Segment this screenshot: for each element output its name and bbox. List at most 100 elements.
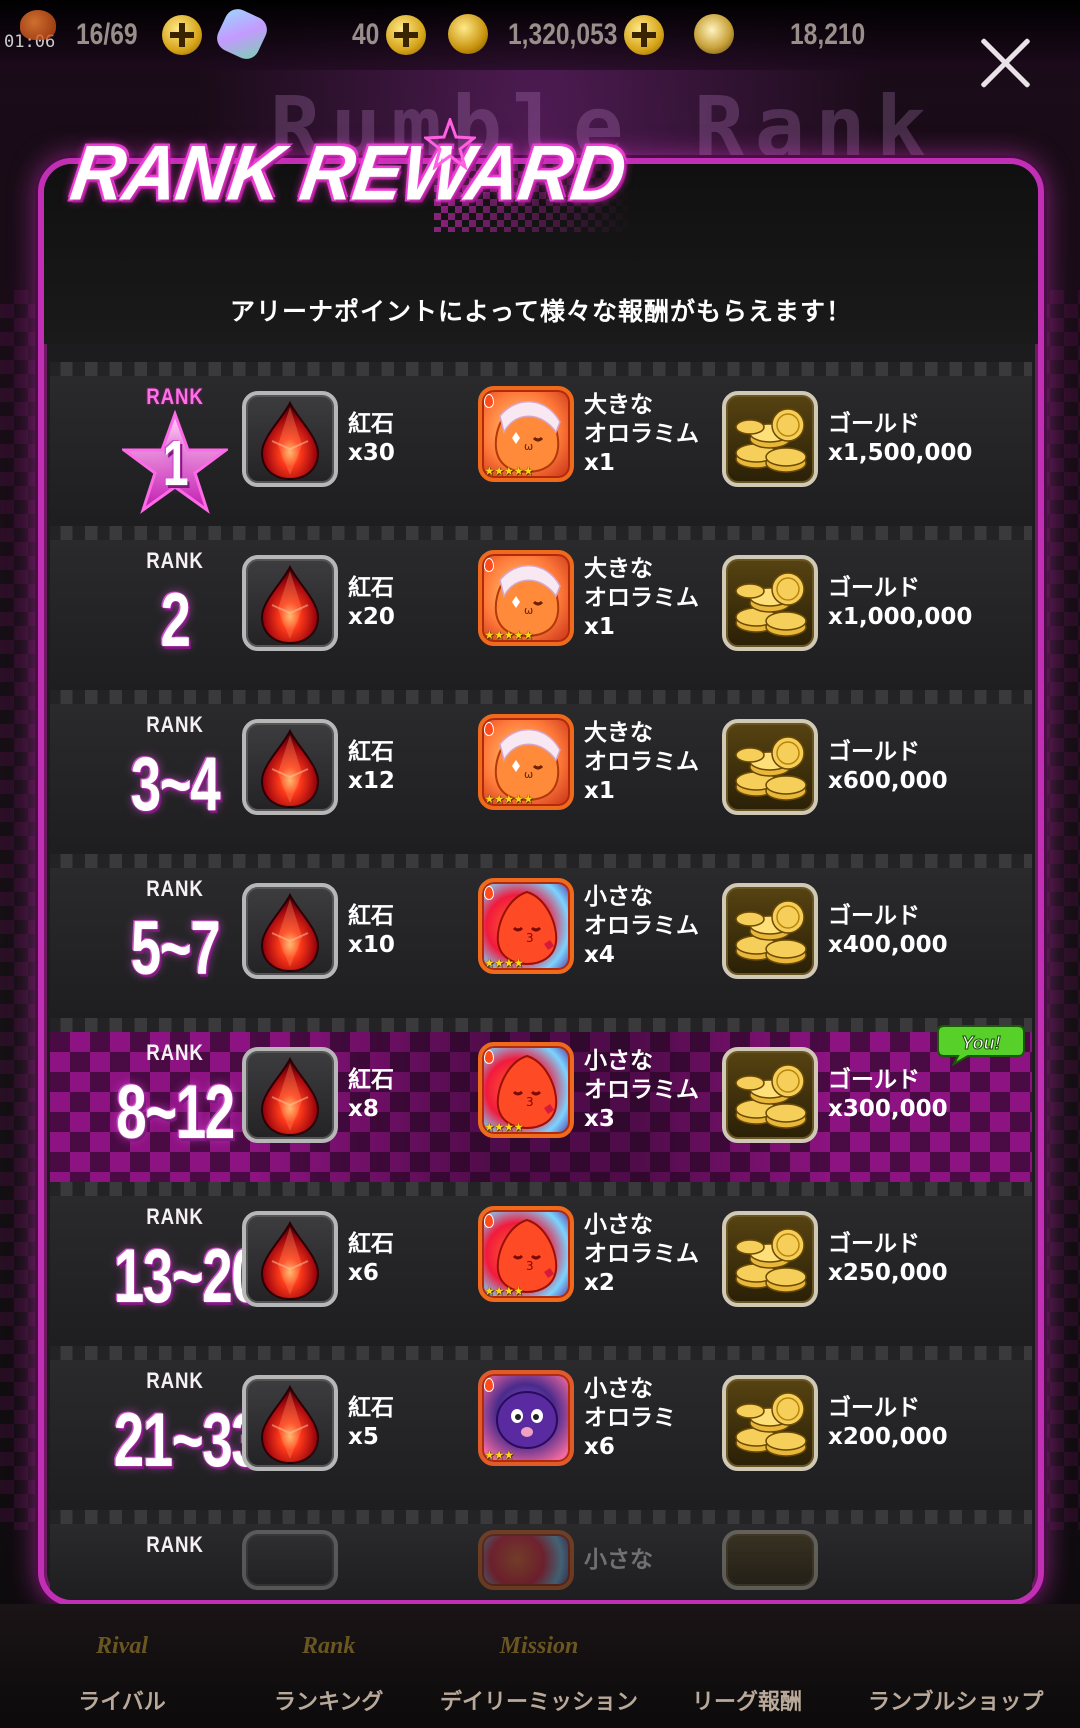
gem-reward: 紅石 x10 [242, 883, 395, 979]
oroламим-monster-icon: ω ★★★★★ [478, 550, 574, 646]
gold-coins-icon [722, 719, 818, 815]
nav-label: デイリーミッション [440, 1690, 639, 1715]
reward-row: RANK 13~20 紅石 x6 3 ★★★★ 小さな オロラミム x2 ゴールド x250,000 [50, 1182, 1032, 1346]
gem-reward: 紅石 x20 [242, 555, 395, 651]
you-badge: You! [937, 1025, 1025, 1066]
league-star-emblem-icon [697, 1616, 797, 1676]
rank-label: RANK 2 [90, 540, 260, 690]
monster-size: 小さな [584, 1047, 653, 1074]
rank-range: 5~7 [130, 906, 221, 991]
svg-text:ω: ω [524, 604, 533, 617]
gold-reward: ゴールド x250,000 [722, 1211, 948, 1307]
rank-emblem-icon: Rank [301, 1633, 356, 1659]
reward-row: RANK 1 紅石 x30 ω ★★★★★ 大きな オロラミム x1 ゴールド x1,500,000 [50, 362, 1032, 526]
oroламим-monster-icon: ω ★★★★★ [478, 714, 574, 810]
monster-name: オロラミム [584, 420, 699, 447]
nav-daily-mission[interactable]: Mission デイリーミッション [440, 1616, 638, 1716]
gold-reward: ゴールド x300,000 [722, 1047, 948, 1143]
close-button[interactable] [976, 34, 1034, 92]
gem-quantity: x8 [348, 1096, 379, 1122]
rarity-stars: ★★★★★ [484, 792, 534, 806]
nav-ranking[interactable]: Rank ランキング [235, 1602, 422, 1728]
svg-text:3: 3 [526, 1095, 534, 1109]
gem-quantity: x20 [348, 604, 395, 630]
rank-word: RANK [146, 548, 204, 573]
monster-name: オロラミム [584, 584, 699, 611]
monster-size: 小さな [584, 1546, 653, 1573]
rarity-stars: ★★★★ [484, 1284, 524, 1298]
gold-coins-icon [722, 555, 818, 651]
nav-rumble-shop[interactable]: ランブルショップ [868, 1616, 1043, 1716]
monster-size: 小さな [584, 883, 653, 910]
points-counter: 18,210 [790, 14, 882, 56]
gold-name: ゴールド [828, 739, 920, 765]
monster-size: 大きな [584, 555, 653, 582]
svg-text:ω: ω [524, 440, 533, 453]
monster-size: 大きな [584, 719, 653, 746]
rarity-stars: ★★★★ [484, 956, 524, 970]
oroламим-monster-icon: 3 ★★★★ [478, 878, 574, 974]
nav-league-reward[interactable]: リーグ報酬 [692, 1616, 802, 1716]
rank-label: RANK 1 [90, 376, 260, 526]
points-value: 18,210 [790, 18, 866, 51]
rarity-stars: ★★★ [484, 1448, 514, 1462]
nav-label: ランキング [274, 1690, 384, 1715]
gem-name: 紅石 [348, 1231, 394, 1257]
monster-quantity: x1 [584, 777, 615, 804]
add-gold-button[interactable] [624, 15, 664, 55]
nav-rival[interactable]: Rival ライバル [72, 1616, 172, 1716]
gold-quantity: x1,500,000 [828, 440, 973, 466]
red-gem-icon [242, 719, 338, 815]
rank-range: 2 [160, 578, 190, 663]
rarity-stars: ★★★★ [484, 1120, 524, 1134]
rank-label: RANK 21~33 [90, 1360, 262, 1510]
gold-reward: ゴールド x1,500,000 [722, 391, 972, 487]
rank-word: RANK [146, 1204, 204, 1229]
monster-name: オロラミ [584, 1404, 676, 1431]
gold-quantity: x200,000 [828, 1424, 948, 1450]
svg-text:ω: ω [524, 768, 533, 781]
gem-quantity: x30 [348, 440, 395, 466]
add-crystal-button[interactable] [386, 15, 426, 55]
gem-name: 紅石 [348, 739, 394, 765]
oroламим-monster-icon: 3 ★★★★ [478, 1042, 574, 1138]
red-gem-icon [242, 1375, 338, 1471]
monster-quantity: x4 [584, 941, 615, 968]
monster-reward: ω ★★★★★ 大きな オロラミム x1 [478, 550, 699, 646]
crystal-value: 40 [352, 18, 380, 51]
oroламим-monster-icon: 3 ★★★★ [478, 1206, 574, 1302]
stamina-value: 16/69 [76, 18, 138, 51]
rarity-stars: ★★★★★ [484, 464, 534, 478]
gift-box-icon [906, 1616, 1006, 1676]
reward-list[interactable]: RANK 1 紅石 x30 ω ★★★★★ 大きな オロラミム x1 ゴールド x1,500,000… [50, 362, 1032, 1600]
rank-label: RANK 13~20 [90, 1196, 262, 1346]
gem-quantity: x6 [348, 1260, 379, 1286]
red-gem-icon [242, 1047, 338, 1143]
gold-name: ゴールド [828, 1231, 920, 1257]
monster-reward: 小さな [478, 1530, 653, 1590]
gold-value: 1,320,053 [508, 18, 618, 51]
gold-name: ゴールド [828, 1395, 920, 1421]
oroламим-monster-icon: ★★★ [478, 1370, 574, 1466]
stamina-counter: 16/69 [20, 10, 151, 56]
gem-quantity: x12 [348, 768, 395, 794]
gold-quantity: x400,000 [828, 932, 948, 958]
gold-coins-icon [722, 1375, 818, 1471]
add-stamina-button[interactable] [162, 15, 202, 55]
modal-title: RANK REWARD [65, 128, 631, 217]
red-gem-icon [242, 1530, 338, 1590]
red-gem-icon [242, 1211, 338, 1307]
gold-reward: ゴールド x1,000,000 [722, 555, 972, 651]
rank-label: RANK 5~7 [90, 868, 260, 1018]
nav-label: リーグ報酬 [692, 1690, 803, 1715]
reward-row: RANK 21~33 紅石 x5 ★★★ 小さな オロラミ x6 ゴールド x200,000 [50, 1346, 1032, 1510]
red-gem-icon [242, 391, 338, 487]
gold-name: ゴールド [828, 575, 920, 601]
gold-quantity: x600,000 [828, 768, 948, 794]
gold-reward: ゴールド x600,000 [722, 719, 948, 815]
monster-name: オロラミム [584, 912, 699, 939]
medal-icon [694, 14, 734, 54]
monster-name: オロラミム [584, 1240, 699, 1267]
rival-emblem-icon: Rival [96, 1633, 148, 1659]
heart-icon [20, 10, 56, 40]
